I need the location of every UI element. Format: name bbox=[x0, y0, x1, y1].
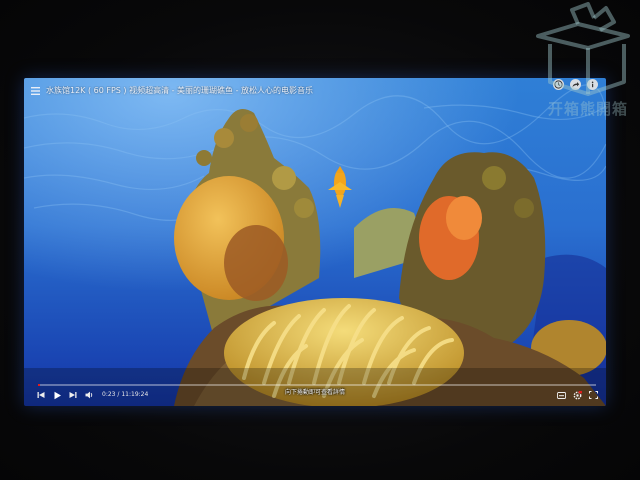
time-total: 11:19:24 bbox=[121, 391, 149, 398]
watermark-text: 开箱熊開箱 bbox=[548, 100, 629, 118]
previous-icon[interactable] bbox=[36, 390, 46, 400]
play-icon[interactable] bbox=[52, 390, 62, 400]
video-frame[interactable] bbox=[24, 78, 606, 406]
settings-icon[interactable] bbox=[572, 390, 582, 400]
progress-fill bbox=[38, 384, 41, 386]
fullscreen-icon[interactable] bbox=[588, 390, 598, 400]
next-icon[interactable] bbox=[68, 390, 78, 400]
player-controls: 0:23 / 11:19:24 bbox=[36, 389, 598, 401]
menu-icon[interactable] bbox=[31, 87, 40, 95]
time-display: 0:23 / 11:19:24 bbox=[102, 391, 148, 399]
tv-screen[interactable]: 水族馆12K ( 60 FPS ) 视频超高清 - 美丽的珊瑚礁鱼 - 放松人心… bbox=[24, 78, 606, 406]
progress-bar[interactable] bbox=[38, 384, 596, 386]
video-title[interactable]: 水族馆12K ( 60 FPS ) 视频超高清 - 美丽的珊瑚礁鱼 - 放松人心… bbox=[46, 86, 516, 96]
subtitles-icon[interactable] bbox=[556, 390, 566, 400]
time-current: 0:23 bbox=[102, 391, 116, 398]
volume-icon[interactable] bbox=[84, 390, 94, 400]
